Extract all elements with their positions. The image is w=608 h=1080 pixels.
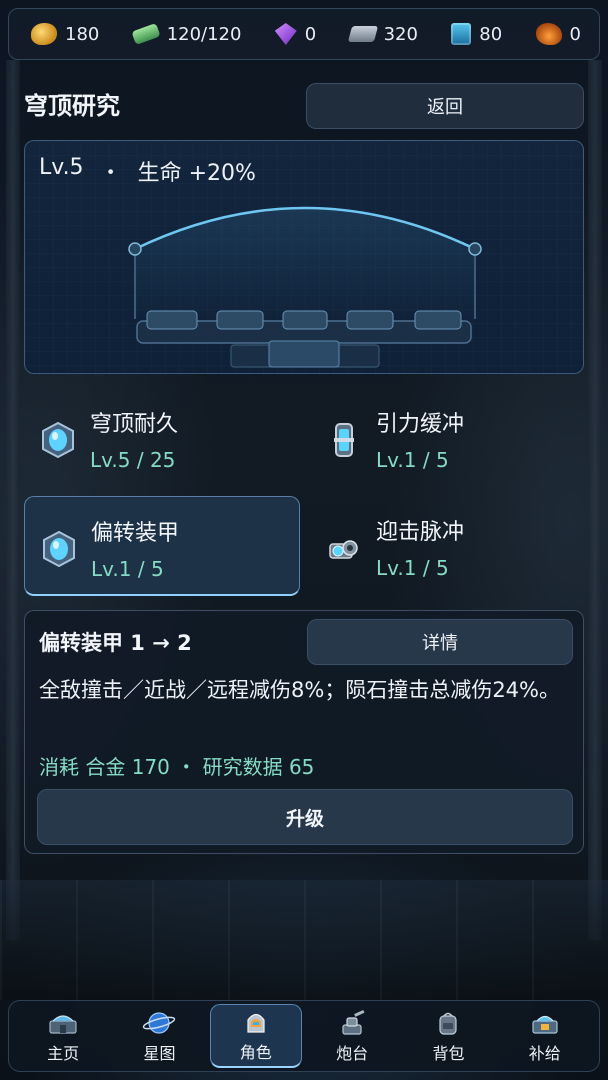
home-base-icon — [49, 1014, 77, 1034]
turret-icon — [342, 1009, 365, 1035]
research-card-dome-durability[interactable]: 穹顶耐久 Lv.5 / 25 — [24, 388, 300, 488]
energy-cell-icon — [131, 22, 161, 46]
ore-icon — [535, 23, 562, 45]
back-button[interactable]: 返回 — [306, 83, 584, 129]
research-name: 偏转装甲 — [91, 521, 180, 546]
nav-item-backpack[interactable]: 背包 — [402, 1004, 494, 1068]
details-button[interactable]: 详情 — [307, 619, 573, 665]
nav-label: 炮台 — [336, 1043, 369, 1063]
research-name: 引力缓冲 — [376, 412, 465, 437]
research-name: 迎击脉冲 — [376, 520, 465, 545]
data-chip-icon — [451, 23, 472, 45]
research-level: Lv.1 / 5 — [376, 448, 449, 472]
dome-bonus: 生命 +20% — [137, 161, 256, 186]
nav-label: 补给 — [528, 1043, 561, 1063]
resource-energy: 120/120 — [131, 22, 242, 46]
nav-label: 主页 — [47, 1043, 80, 1063]
resource-energy-value: 120/120 — [166, 23, 242, 45]
upgrade-button[interactable]: 升级 — [37, 789, 573, 845]
detail-title: 偏转装甲 1 → 2 — [39, 631, 192, 655]
background-pillar-left — [6, 60, 20, 940]
resource-gold: 180 — [31, 23, 99, 45]
resource-gem: 0 — [274, 23, 317, 45]
nav-item-turret[interactable]: 炮台 — [306, 1004, 398, 1068]
dome-separator: ・ — [99, 161, 122, 186]
resource-ore-value: 0 — [569, 23, 581, 45]
resource-metal-value: 320 — [383, 23, 418, 45]
detail-description: 全敌撞击／近战／远程减伤8%；陨石撞击总减伤24%。 — [39, 678, 560, 702]
resource-data-value: 80 — [479, 23, 503, 45]
purple-gem-icon — [274, 23, 297, 45]
upgrade-cost: 消耗 合金 170 ・ 研究数据 65 — [39, 755, 315, 779]
bottom-nav: 主页 星图 角色 炮台 背包 补给 — [8, 1000, 600, 1072]
page-title: 穹顶研究 — [24, 92, 120, 120]
nav-label: 角色 — [239, 1043, 272, 1062]
background-floor — [0, 880, 608, 1000]
resource-bar: 180 120/120 0 320 80 0 — [8, 8, 600, 60]
research-card-deflector-armor[interactable]: 偏转装甲 Lv.1 / 5 — [24, 496, 300, 596]
dome-level: Lv.5 — [39, 155, 84, 180]
resource-metal: 320 — [347, 23, 418, 45]
research-level: Lv.1 / 5 — [91, 557, 164, 581]
nav-item-star-map[interactable]: 星图 — [113, 1004, 205, 1068]
planet-icon — [143, 1011, 176, 1034]
nav-item-character[interactable]: 角色 — [209, 1004, 302, 1068]
resource-gem-value: 0 — [304, 23, 317, 45]
nav-item-home[interactable]: 主页 — [17, 1004, 109, 1068]
research-name: 穹顶耐久 — [90, 412, 179, 437]
gold-coin-icon — [31, 23, 57, 45]
research-level: Lv.5 / 25 — [90, 448, 176, 472]
nav-label: 星图 — [143, 1043, 176, 1063]
resource-data: 80 — [451, 23, 502, 45]
nav-label: 背包 — [432, 1043, 465, 1063]
character-helmet-icon — [247, 1013, 265, 1033]
research-card-intercept-pulse[interactable]: 迎击脉冲 Lv.1 / 5 — [310, 496, 586, 596]
supply-icon — [532, 1015, 558, 1034]
dome-level-row: Lv.5 ・ 生命 +20% — [39, 155, 256, 187]
dome-preview-panel: Lv.5 ・ 生命 +20% — [24, 140, 584, 374]
resource-gold-value: 180 — [65, 23, 100, 45]
research-detail-panel: 偏转装甲 1 → 2 详情 全敌撞击／近战／远程减伤8%；陨石撞击总减伤24%。… — [24, 610, 584, 854]
backpack-icon — [439, 1012, 458, 1035]
gravity-capsule-icon — [334, 423, 354, 457]
metal-ingot-icon — [347, 26, 378, 42]
research-card-gravity-buffer[interactable]: 引力缓冲 Lv.1 / 5 — [310, 388, 586, 488]
pulse-cannon-icon — [329, 540, 358, 559]
research-level: Lv.1 / 5 — [376, 556, 449, 580]
nav-item-supply[interactable]: 补给 — [499, 1004, 591, 1068]
deflector-armor-icon — [43, 530, 75, 568]
background-pillar-right — [588, 60, 602, 940]
dome-shield-icon — [42, 421, 74, 459]
resource-ore: 0 — [535, 23, 581, 45]
